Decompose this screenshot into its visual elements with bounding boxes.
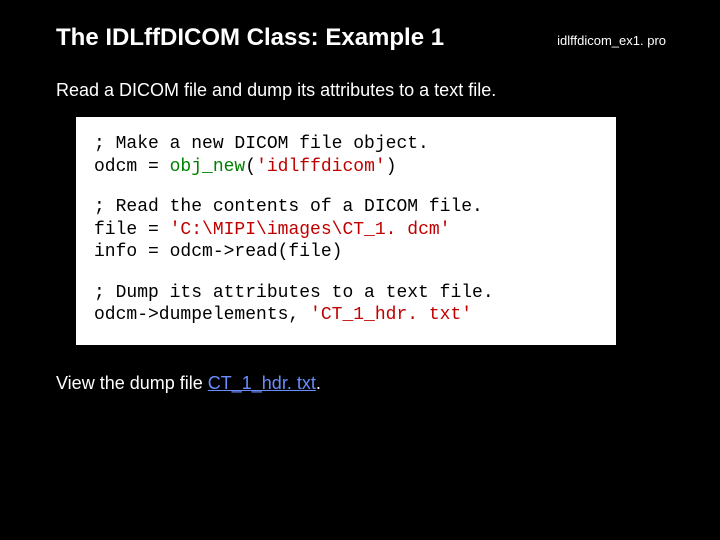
code-string: 'CT_1_hdr. txt' bbox=[310, 305, 472, 325]
view-dump-prefix: View the dump file bbox=[56, 373, 208, 393]
code-line: odcm = obj_new('idlffdicom') bbox=[94, 156, 598, 179]
code-section-read: ; Read the contents of a DICOM file. fil… bbox=[94, 196, 598, 264]
code-text: ( bbox=[245, 157, 256, 177]
slide-subtitle: Read a DICOM file and dump its attribute… bbox=[56, 80, 672, 101]
header-row: The IDLffDICOM Class: Example 1 idlffdic… bbox=[56, 24, 672, 52]
code-text: file = bbox=[94, 220, 170, 240]
code-comment: ; Read the contents of a DICOM file. bbox=[94, 196, 598, 219]
code-string: 'idlffdicom' bbox=[256, 157, 386, 177]
code-line: odcm->dumpelements, 'CT_1_hdr. txt' bbox=[94, 304, 598, 327]
source-filename: idlffdicom_ex1. pro bbox=[557, 33, 666, 48]
slide: The IDLffDICOM Class: Example 1 idlffdic… bbox=[0, 0, 720, 540]
code-comment: ; Dump its attributes to a text file. bbox=[94, 282, 598, 305]
code-string: 'C:\MIPI\images\CT_1. dcm' bbox=[170, 220, 451, 240]
code-block: ; Make a new DICOM file object. odcm = o… bbox=[76, 117, 616, 345]
code-function: obj_new bbox=[170, 157, 246, 177]
code-section-create: ; Make a new DICOM file object. odcm = o… bbox=[94, 133, 598, 178]
code-text: ) bbox=[386, 157, 397, 177]
code-text: odcm = bbox=[94, 157, 170, 177]
code-line: file = 'C:\MIPI\images\CT_1. dcm' bbox=[94, 219, 598, 242]
code-text: odcm->dumpelements, bbox=[94, 305, 310, 325]
code-line: info = odcm->read(file) bbox=[94, 241, 598, 264]
view-dump-suffix: . bbox=[316, 373, 321, 393]
code-section-dump: ; Dump its attributes to a text file. od… bbox=[94, 282, 598, 327]
dump-file-link[interactable]: CT_1_hdr. txt bbox=[208, 373, 316, 393]
slide-title: The IDLffDICOM Class: Example 1 bbox=[56, 24, 444, 52]
code-comment: ; Make a new DICOM file object. bbox=[94, 133, 598, 156]
view-dump-sentence: View the dump file CT_1_hdr. txt. bbox=[56, 373, 672, 394]
